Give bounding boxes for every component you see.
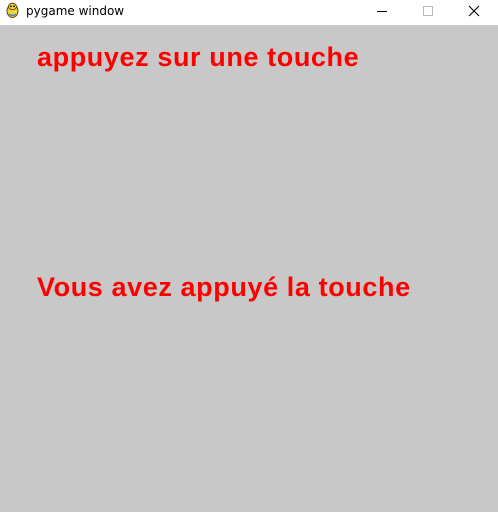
maximize-button[interactable] (405, 0, 451, 22)
pygame-window: pygame window appuyez sur une touche Vou… (0, 0, 498, 512)
title-bar[interactable]: pygame window (0, 0, 498, 25)
minimize-button[interactable] (359, 0, 405, 22)
key-pressed-text: Vous avez appuyé la touche (37, 272, 411, 302)
prompt-text: appuyez sur une touche (37, 42, 360, 72)
game-canvas[interactable]: appuyez sur une touche Vous avez appuyé … (0, 25, 498, 512)
window-title: pygame window (26, 4, 125, 18)
maximize-icon (423, 6, 433, 16)
close-button[interactable] (451, 0, 497, 22)
pygame-snake-icon (5, 2, 20, 19)
close-icon (468, 5, 480, 17)
minimize-icon (377, 11, 387, 12)
